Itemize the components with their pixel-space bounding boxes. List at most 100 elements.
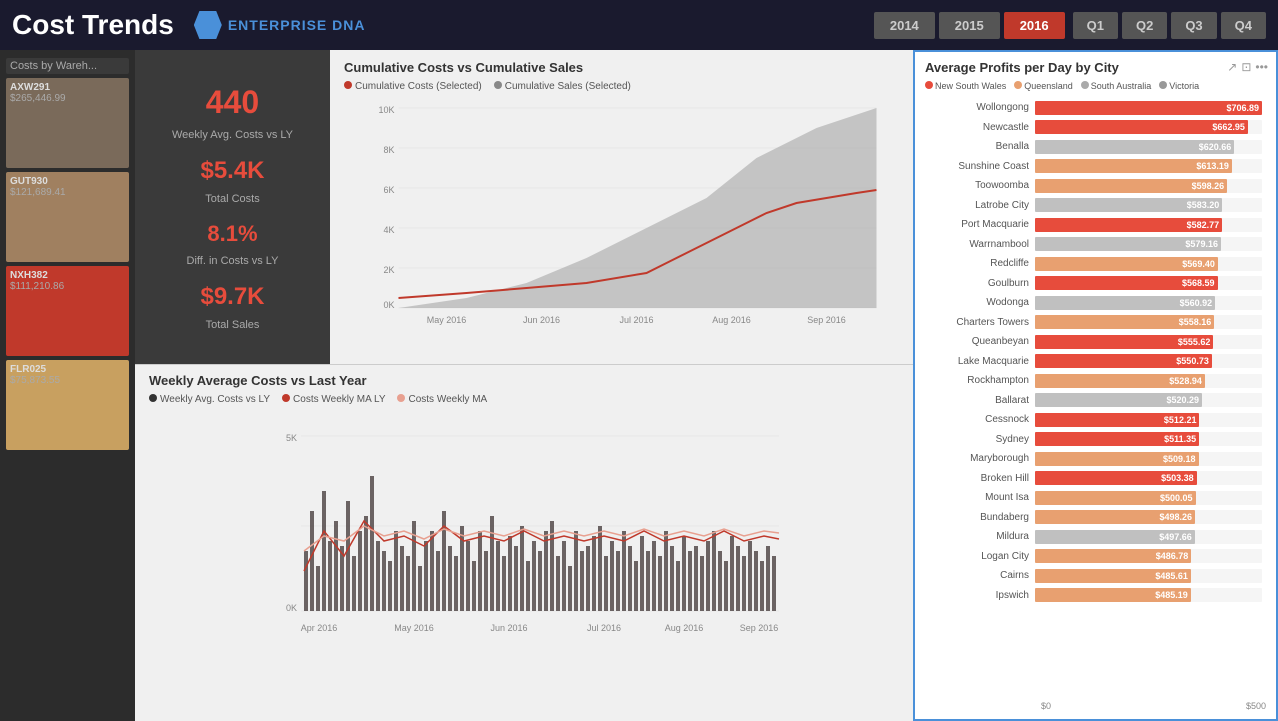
bar-row-maryborough: Maryborough $509.18	[925, 450, 1262, 467]
bar-city-25: Ipswich	[925, 590, 1035, 601]
bar-row-logan-city: Logan City $486.78	[925, 548, 1262, 565]
bar-value-21: $498.26	[1159, 512, 1192, 522]
bar-container-16: $512.21	[1035, 413, 1262, 427]
bar-value-5: $583.20	[1187, 200, 1220, 210]
bar-row-goulburn: Goulburn $568.59	[925, 275, 1262, 292]
diff-value: 8.1%	[207, 221, 257, 247]
svg-text:Jul 2016: Jul 2016	[619, 315, 653, 325]
bar-city-15: Ballarat	[925, 395, 1035, 406]
bar-value-10: $560.92	[1180, 298, 1213, 308]
sidebar-item-NXH382[interactable]: NXH382 $111,210.86	[6, 266, 129, 356]
bar-row-cessnock: Cessnock $512.21	[925, 411, 1262, 428]
bar-container-24: $485.61	[1035, 569, 1262, 583]
bar-container-21: $498.26	[1035, 510, 1262, 524]
legend-costs-ma-ly: Costs Weekly MA LY	[282, 394, 385, 405]
bar-row-redcliffe: Redcliffe $569.40	[925, 255, 1262, 272]
svg-text:May 2016: May 2016	[394, 623, 434, 633]
bar-row-ipswich: Ipswich $485.19	[925, 587, 1262, 604]
cumulative-chart-title: Cumulative Costs vs Cumulative Sales	[344, 60, 899, 75]
svg-text:2K: 2K	[383, 265, 394, 275]
year-tab-2016[interactable]: 2016	[1004, 12, 1065, 39]
bar-value-18: $509.18	[1163, 454, 1196, 464]
year-tab-2015[interactable]: 2015	[939, 12, 1000, 39]
weekly-chart-legend: Weekly Avg. Costs vs LY Costs Weekly MA …	[149, 394, 899, 405]
svg-text:Jun 2016: Jun 2016	[490, 623, 527, 633]
expand-icon[interactable]: ↗	[1227, 60, 1237, 74]
bar-city-12: Queanbeyan	[925, 336, 1035, 347]
sidebar-item-label: AXW291	[10, 82, 125, 93]
axis-labels: $0 $500	[925, 701, 1266, 711]
bar-fill-21: $498.26	[1035, 510, 1195, 524]
bar-fill-9: $568.59	[1035, 276, 1218, 290]
bar-value-11: $558.16	[1179, 317, 1212, 327]
svg-text:8K: 8K	[383, 145, 394, 155]
bar-container-17: $511.35	[1035, 432, 1262, 446]
bar-fill-12: $555.62	[1035, 335, 1213, 349]
sidebar-title: Costs by Wareh...	[6, 58, 129, 74]
sidebar-item-label: FLR025	[10, 364, 125, 375]
svg-text:Sep 2016: Sep 2016	[807, 315, 846, 325]
bar-row-wodonga: Wodonga $560.92	[925, 294, 1262, 311]
bar-container-9: $568.59	[1035, 276, 1262, 290]
bar-fill-8: $569.40	[1035, 257, 1218, 271]
bar-container-2: $620.66	[1035, 140, 1262, 154]
bar-chart-area[interactable]: Wollongong $706.89 Newcastle $662.95 Ben…	[925, 99, 1266, 697]
sidebar-item-value: $265,446.99	[10, 93, 125, 104]
svg-text:Jun 2016: Jun 2016	[523, 315, 560, 325]
bar-container-23: $486.78	[1035, 549, 1262, 563]
weekly-avg-label: Weekly Avg. Costs vs LY	[172, 129, 293, 141]
bar-fill-14: $528.94	[1035, 374, 1205, 388]
bar-value-23: $486.78	[1156, 551, 1189, 561]
sidebar-item-value: $111,210.86	[10, 281, 125, 292]
bar-value-14: $528.94	[1169, 376, 1202, 386]
bar-row-port-macquarie: Port Macquarie $582.77	[925, 216, 1262, 233]
bar-city-4: Toowoomba	[925, 180, 1035, 191]
sidebar-item-AXW291[interactable]: AXW291 $265,446.99	[6, 78, 129, 168]
bar-container-20: $500.05	[1035, 491, 1262, 505]
quarter-tab-Q1[interactable]: Q1	[1073, 12, 1118, 39]
bar-value-6: $582.77	[1187, 220, 1220, 230]
bar-city-21: Bundaberg	[925, 512, 1035, 523]
bar-row-warrnambool: Warrnambool $579.16	[925, 236, 1262, 253]
bar-container-10: $560.92	[1035, 296, 1262, 310]
bar-value-9: $568.59	[1182, 278, 1215, 288]
legend-sa: South Australia	[1081, 81, 1152, 91]
bar-container-12: $555.62	[1035, 335, 1262, 349]
total-costs-label: Total Costs	[205, 193, 259, 205]
bar-container-4: $598.26	[1035, 179, 1262, 193]
bar-fill-18: $509.18	[1035, 452, 1199, 466]
quarter-tab-Q2[interactable]: Q2	[1122, 12, 1167, 39]
bar-fill-23: $486.78	[1035, 549, 1191, 563]
svg-text:Jul 2016: Jul 2016	[587, 623, 621, 633]
svg-text:Sep 2016: Sep 2016	[740, 623, 779, 633]
bar-value-4: $598.26	[1192, 181, 1225, 191]
weekly-avg-value: 440	[206, 84, 259, 121]
bar-row-mount-isa: Mount Isa $500.05	[925, 489, 1262, 506]
total-sales-label: Total Sales	[206, 319, 260, 331]
year-tab-2014[interactable]: 2014	[874, 12, 935, 39]
bar-value-19: $503.38	[1161, 473, 1194, 483]
bar-fill-25: $485.19	[1035, 588, 1191, 602]
bar-value-1: $662.95	[1212, 122, 1245, 132]
bar-fill-17: $511.35	[1035, 432, 1199, 446]
bar-value-3: $613.19	[1196, 161, 1229, 171]
bar-value-22: $497.66	[1159, 532, 1192, 542]
bar-container-14: $528.94	[1035, 374, 1262, 388]
bar-row-cairns: Cairns $485.61	[925, 567, 1262, 584]
bar-city-10: Wodonga	[925, 297, 1035, 308]
bar-container-25: $485.19	[1035, 588, 1262, 602]
sidebar-item-FLR025[interactable]: FLR025 $75,873.55	[6, 360, 129, 450]
quarter-tab-Q3[interactable]: Q3	[1171, 12, 1216, 39]
panel-icons: ↗ ⊡ •••	[1227, 60, 1268, 74]
bar-fill-16: $512.21	[1035, 413, 1199, 427]
bar-value-0: $706.89	[1226, 103, 1259, 113]
center-content: 440 Weekly Avg. Costs vs LY $5.4K Total …	[135, 50, 913, 721]
bar-container-5: $583.20	[1035, 198, 1262, 212]
focus-icon[interactable]: ⊡	[1241, 60, 1251, 74]
page-title: Cost Trends	[12, 9, 174, 41]
more-icon[interactable]: •••	[1255, 60, 1268, 74]
quarter-tab-Q4[interactable]: Q4	[1221, 12, 1266, 39]
bar-value-12: $555.62	[1178, 337, 1211, 347]
sidebar-item-GUT930[interactable]: GUT930 $121,689.41	[6, 172, 129, 262]
logo: ENTERPRISE DNA	[194, 11, 366, 39]
